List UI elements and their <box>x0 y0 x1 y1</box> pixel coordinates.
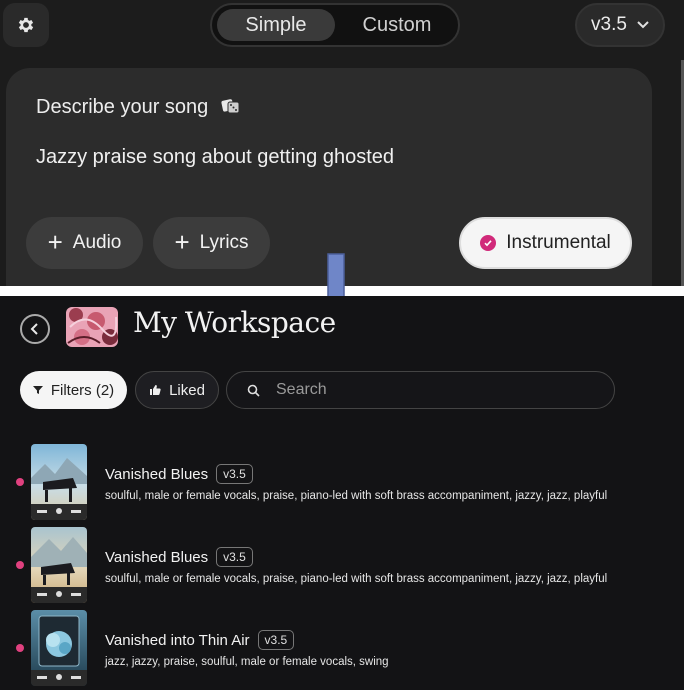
new-indicator-dot <box>16 478 24 486</box>
song-description[interactable]: Jazzy praise song about getting ghosted <box>36 146 394 169</box>
version-select[interactable]: v3.5 <box>575 3 665 47</box>
song-title-text: Vanished Blues <box>105 466 209 483</box>
page-title: My Workspace <box>133 306 336 339</box>
mode-toggle: Simple Custom <box>210 3 460 47</box>
thumbs-up-icon <box>150 385 161 395</box>
create-panel: Simple Custom v3.5 Describe your song Ja… <box>0 0 684 286</box>
filter-icon <box>32 386 43 394</box>
liked-label: Liked <box>169 381 205 399</box>
list-item[interactable]: Vanished Blues v3.5 soulful, male or fema… <box>0 527 684 605</box>
song-title[interactable]: Vanished Blues v3.5 <box>105 547 253 567</box>
version-badge: v3.5 <box>216 464 253 484</box>
add-audio-label: Audio <box>72 232 122 253</box>
search-bar <box>226 371 615 409</box>
check-icon <box>480 235 497 251</box>
add-lyrics-button[interactable]: + Lyrics <box>153 217 270 269</box>
chevron-down-icon <box>637 21 649 29</box>
instrumental-label: Instrumental <box>506 232 611 253</box>
new-indicator-dot <box>16 561 24 569</box>
plus-icon: + <box>174 227 190 257</box>
list-item[interactable]: Vanished into Thin Air v3.5 jazz, jazzy, … <box>0 610 684 688</box>
tab-custom[interactable]: Custom <box>340 9 454 41</box>
instrumental-toggle[interactable]: Instrumental <box>459 217 632 269</box>
version-badge: v3.5 <box>216 547 253 567</box>
song-tags: jazz, jazzy, praise, soulful, male or fe… <box>105 656 389 668</box>
search-input[interactable] <box>274 380 578 400</box>
song-title[interactable]: Vanished into Thin Air v3.5 <box>105 630 295 650</box>
song-tags: soulful, male or female vocals, praise, … <box>105 490 608 502</box>
song-cover-image[interactable] <box>31 444 87 520</box>
prompt-heading: Describe your song <box>36 96 209 118</box>
search-icon <box>247 384 260 397</box>
workspace-cover-image <box>66 307 118 347</box>
plus-icon: + <box>47 227 63 257</box>
add-audio-button[interactable]: + Audio <box>26 217 143 269</box>
filters-button[interactable]: Filters (2) <box>20 371 127 409</box>
song-cover-image[interactable] <box>31 527 87 603</box>
song-cover-image[interactable] <box>31 610 87 686</box>
song-title-text: Vanished Blues <box>105 549 209 566</box>
song-title-text: Vanished into Thin Air <box>105 632 250 649</box>
chevron-left-icon <box>30 323 38 335</box>
new-indicator-dot <box>16 644 24 652</box>
workspace-panel: My Workspace Filters (2) Liked Search Va… <box>0 296 684 690</box>
list-item[interactable]: Vanished Blues v3.5 soulful, male or fema… <box>0 444 684 522</box>
filters-label: Filters (2) <box>50 381 115 399</box>
dice-icon[interactable] <box>221 97 241 120</box>
gear-icon <box>18 17 34 33</box>
version-label: v3.5 <box>591 14 627 35</box>
liked-filter-button[interactable]: Liked <box>135 371 219 409</box>
back-button[interactable] <box>20 314 50 344</box>
tab-simple[interactable]: Simple <box>217 9 335 41</box>
song-tags: soulful, male or female vocals, praise, … <box>105 573 608 585</box>
add-lyrics-label: Lyrics <box>199 232 249 253</box>
song-title[interactable]: Vanished Blues v3.5 <box>105 464 253 484</box>
settings-button[interactable] <box>3 3 49 47</box>
version-badge: v3.5 <box>257 630 295 650</box>
